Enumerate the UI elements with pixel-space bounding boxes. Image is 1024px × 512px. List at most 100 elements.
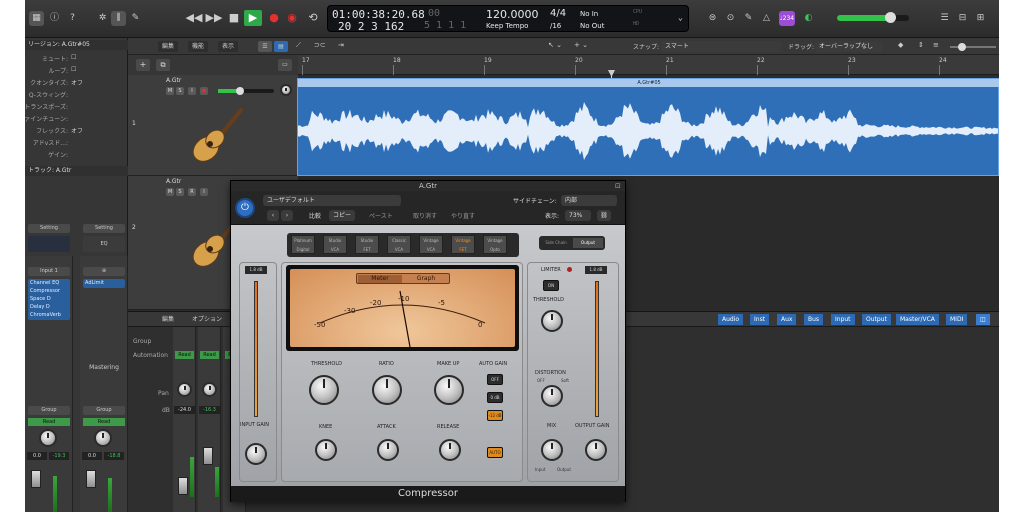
track-inspector-title[interactable]: トラック: A.Gtr: [25, 166, 128, 176]
inspector-row[interactable]: フレックス: オフ: [25, 126, 128, 137]
attack-knob[interactable]: [377, 439, 399, 461]
track-header-1[interactable]: 1 A.Gtr M S I ●: [128, 75, 298, 176]
release-knob[interactable]: [439, 439, 461, 461]
track-name[interactable]: A.Gtr: [166, 178, 181, 185]
mute-button[interactable]: M: [166, 188, 174, 196]
eq-display[interactable]: [28, 236, 70, 252]
track-volume-slider[interactable]: [218, 87, 274, 95]
output-tab[interactable]: Output: [573, 238, 603, 248]
compressor-model-button[interactable]: Vintage FET: [451, 235, 475, 254]
pan-knob[interactable]: [202, 382, 217, 397]
smart-controls-icon[interactable]: ✲: [95, 11, 110, 26]
input-slot[interactable]: Input 1: [28, 267, 70, 276]
tuner-icon[interactable]: ⊙: [723, 11, 738, 26]
inspector-row[interactable]: アドvスド...:: [25, 138, 128, 149]
ratio-knob[interactable]: [372, 375, 402, 405]
drag-dropdown[interactable]: オーバーラップなし: [815, 41, 883, 52]
compare-button[interactable]: 比較: [309, 211, 321, 220]
group-slot[interactable]: Group: [83, 406, 125, 415]
capture-record-button[interactable]: ◉: [283, 10, 301, 26]
editors-icon[interactable]: ✎: [128, 11, 143, 26]
pointer-tool-icon[interactable]: ↖ ⌄: [548, 41, 562, 49]
zoom-slider[interactable]: [950, 43, 996, 51]
inspector-row[interactable]: ゲイン:: [25, 150, 128, 161]
group-slot[interactable]: Group: [28, 406, 70, 415]
mixer-icon[interactable]: ⫼: [111, 11, 126, 26]
input-monitor-button[interactable]: R: [188, 188, 196, 196]
autogain-minus12-button[interactable]: -12 dB: [487, 410, 503, 421]
pan-knob[interactable]: [177, 382, 192, 397]
forward-button[interactable]: ▶▶: [205, 10, 223, 26]
record-enable-button[interactable]: ●: [200, 87, 208, 95]
autogain-0db-button[interactable]: 0 dB: [487, 392, 503, 403]
inspector-row[interactable]: ファインチューン:: [25, 114, 128, 125]
plugin-slot[interactable]: AdLimit: [83, 279, 125, 288]
mixer-tab-bus[interactable]: Bus: [804, 314, 824, 325]
global-tracks-icon[interactable]: ▭: [278, 59, 292, 71]
mixer-options-menu[interactable]: オプション: [188, 314, 226, 325]
volume-fader[interactable]: [178, 477, 188, 495]
notes-icon[interactable]: ☰: [937, 11, 952, 26]
info-icon[interactable]: ⓘ: [47, 11, 62, 26]
mixer-tab-midi[interactable]: MIDI: [946, 314, 968, 325]
zoom-vert-icon[interactable]: ⇕: [918, 41, 924, 49]
solo-icon[interactable]: ◐: [801, 11, 816, 26]
browser-icon[interactable]: ⊞: [973, 11, 988, 26]
wrench-icon[interactable]: ✎: [741, 11, 756, 26]
view-zoom-dropdown[interactable]: 73%: [565, 210, 591, 221]
snap-dropdown[interactable]: スマート: [661, 41, 781, 52]
solo-button[interactable]: S: [176, 87, 184, 95]
compressor-model-button[interactable]: Vintage VCA: [419, 235, 443, 254]
function-menu[interactable]: 機能: [188, 41, 209, 52]
count-in-badge[interactable]: ♩234: [779, 11, 795, 26]
track-pan-knob[interactable]: [280, 84, 292, 96]
marker-icon[interactable]: ◆: [898, 41, 903, 49]
pan-knob[interactable]: [94, 429, 112, 447]
loops-icon[interactable]: ⊟: [955, 11, 970, 26]
undo-button[interactable]: 取り消す: [413, 211, 437, 220]
mixer-tab-output[interactable]: Output: [862, 314, 891, 325]
timeline-ruler[interactable]: 17 18 19 20 21 22 23 24: [298, 55, 999, 75]
solo-button[interactable]: S: [176, 188, 184, 196]
edit-menu[interactable]: 編集: [158, 41, 179, 52]
track-name[interactable]: A.Gtr: [166, 77, 181, 84]
expand-icon[interactable]: ⊡: [615, 182, 621, 190]
inspector-row[interactable]: ループ: ☐: [25, 66, 128, 77]
rewind-button[interactable]: ◀◀: [185, 10, 203, 26]
master-volume-slider[interactable]: [837, 12, 909, 23]
library-icon[interactable]: ▦: [29, 11, 44, 26]
volume-fader[interactable]: [31, 470, 41, 488]
view-menu[interactable]: 表示: [218, 41, 239, 52]
add-track-button[interactable]: +: [136, 59, 150, 71]
chevron-down-icon[interactable]: ⌄: [678, 13, 683, 22]
list-view-icon[interactable]: ☰: [258, 41, 272, 52]
pan-knob[interactable]: [39, 429, 57, 447]
paste-button[interactable]: ペースト: [369, 211, 393, 220]
inspector-row[interactable]: トランスポーズ:: [25, 102, 128, 113]
input-gain-knob[interactable]: [245, 443, 267, 465]
play-button[interactable]: ▶: [244, 10, 262, 26]
compressor-model-button[interactable]: Vintage Opto: [483, 235, 507, 254]
plugin-slot[interactable]: ChromaVerb: [28, 311, 70, 320]
lcd-display[interactable]: 01:00:38:20.68 00 20 2 3 162 5 1 1 1 120…: [327, 5, 689, 33]
volume-fader[interactable]: [86, 470, 96, 488]
compressor-model-button[interactable]: Platinum Digital: [291, 235, 315, 254]
previous-preset-button[interactable]: ‹: [267, 210, 279, 221]
mixer-layout-icon[interactable]: ◫: [976, 314, 990, 325]
mix-knob[interactable]: [541, 439, 563, 461]
catch-icon[interactable]: ⇥: [338, 41, 344, 49]
stop-button[interactable]: ■: [225, 10, 243, 26]
sidechain-dropdown[interactable]: 内部: [561, 195, 617, 206]
link-icon[interactable]: ⛓: [597, 210, 611, 221]
knee-knob[interactable]: [315, 439, 337, 461]
threshold-knob[interactable]: [309, 375, 339, 405]
input-monitor-button[interactable]: I: [188, 87, 196, 95]
audio-region[interactable]: A.Gtr#05: [297, 78, 999, 176]
automation-mode[interactable]: Read: [28, 418, 70, 426]
mixer-tab-input[interactable]: Input: [831, 314, 855, 325]
mixer-tab-aux[interactable]: Aux: [777, 314, 797, 325]
volume-fader[interactable]: [203, 447, 213, 465]
track-view-icon[interactable]: ▤: [274, 41, 288, 52]
eq-display[interactable]: EQ: [83, 236, 125, 252]
distortion-knob[interactable]: [541, 385, 563, 407]
